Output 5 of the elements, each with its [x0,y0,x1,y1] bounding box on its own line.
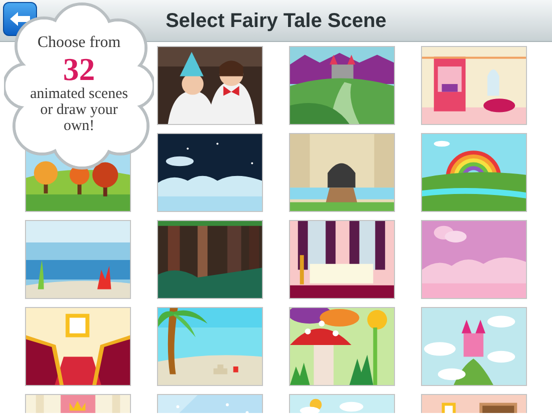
back-arrow-icon [10,12,30,26]
scene-count: 32 [63,52,95,86]
screen-title: Select Fairy Tale Scene [166,8,386,34]
promo-text: animated scenes or draw your own! [30,86,128,134]
promo-heading: Choose from [37,34,121,52]
